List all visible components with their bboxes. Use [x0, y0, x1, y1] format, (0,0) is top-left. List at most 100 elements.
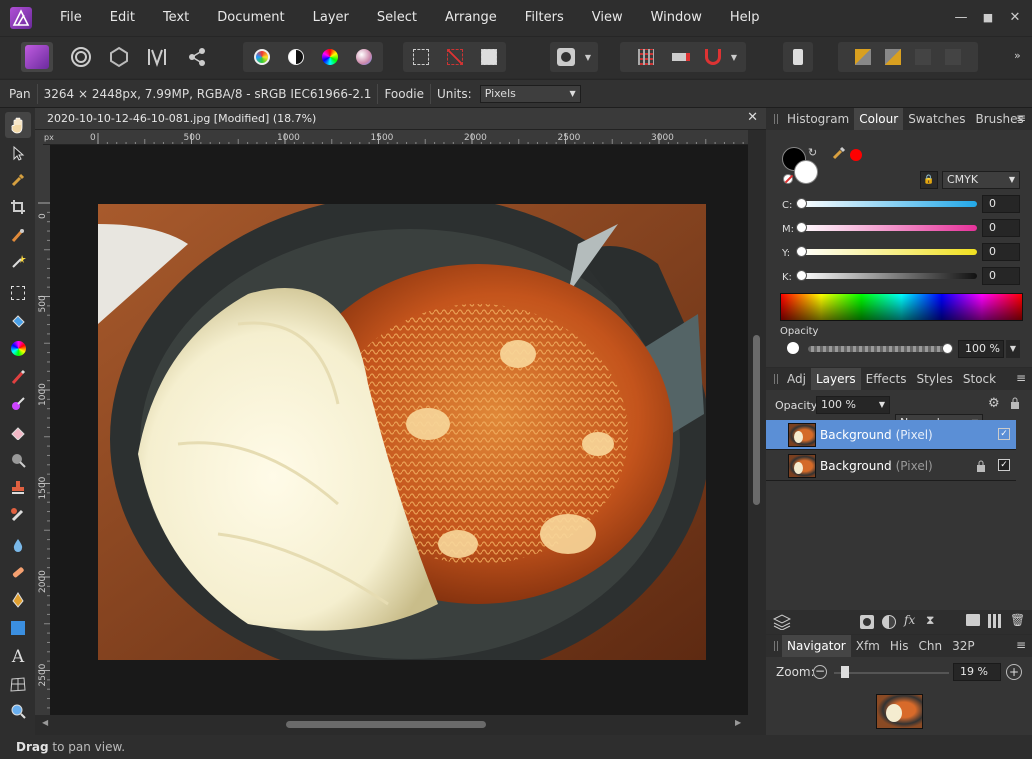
- dodge-brush-tool-icon[interactable]: [5, 447, 31, 473]
- panel-grip-icon[interactable]: [770, 368, 782, 390]
- erase-brush-tool-icon[interactable]: [5, 419, 31, 445]
- share-icon[interactable]: [181, 42, 213, 72]
- y-channel-knob[interactable]: [796, 246, 807, 257]
- swap-colours-icon[interactable]: ↻: [808, 146, 817, 159]
- menu-item-file[interactable]: File: [46, 0, 96, 36]
- ruler-origin[interactable]: [35, 130, 43, 145]
- menu-item-document[interactable]: Document: [203, 0, 298, 36]
- gradient-tool-icon[interactable]: [5, 335, 31, 361]
- layer-opacity-select[interactable]: 100 % ▼: [816, 396, 890, 414]
- document-tab[interactable]: 2020-10-10-12-46-10-081.jpg [Modified] (…: [35, 108, 766, 130]
- colour-replacement-tool-icon[interactable]: [5, 391, 31, 417]
- k-channel-knob[interactable]: [796, 270, 807, 281]
- blur-brush-tool-icon[interactable]: [5, 532, 31, 558]
- no-colour-icon[interactable]: [783, 174, 794, 184]
- tab-histogram[interactable]: Histogram: [782, 108, 854, 130]
- lock-colour-icon[interactable]: 🔒: [920, 171, 938, 189]
- chevron-down-icon[interactable]: ▼: [585, 53, 591, 62]
- invert-selection-icon[interactable]: [480, 49, 497, 65]
- panel-menu-icon[interactable]: ≡: [1016, 371, 1026, 385]
- menu-item-select[interactable]: Select: [363, 0, 431, 36]
- live-filter-icon[interactable]: ⧗: [926, 613, 934, 628]
- artistic-text-tool-icon[interactable]: A: [5, 644, 31, 670]
- tab-layers[interactable]: Layers: [810, 368, 861, 390]
- zoom-value[interactable]: 19 %: [953, 663, 1001, 681]
- m-channel-knob[interactable]: [796, 222, 807, 233]
- flood-select-tool-icon[interactable]: [5, 249, 31, 275]
- assistant-button[interactable]: [783, 42, 813, 72]
- tab-xfm[interactable]: Xfm: [851, 635, 885, 657]
- move-forward-icon[interactable]: [915, 49, 931, 65]
- maximize-button[interactable]: ■: [977, 8, 999, 28]
- colour-picker-icon[interactable]: [832, 146, 846, 163]
- lock-icon[interactable]: [1010, 397, 1020, 409]
- white-balance-icon[interactable]: [356, 49, 372, 65]
- vertical-scrollbar[interactable]: [748, 130, 766, 730]
- affinity-photo-logo-icon[interactable]: [10, 7, 32, 29]
- layers-stack-icon[interactable]: [772, 614, 792, 631]
- levels-icon[interactable]: [254, 49, 270, 65]
- horizontal-ruler[interactable]: 0 500 1000 1500 2000 2500 3000 px: [43, 130, 748, 145]
- zoom-tool-icon[interactable]: [5, 698, 31, 724]
- m-channel-value[interactable]: 0: [982, 219, 1020, 237]
- chevron-down-icon[interactable]: ▼: [731, 53, 737, 62]
- canvas-area[interactable]: [50, 145, 748, 715]
- mask-layer-icon[interactable]: [860, 615, 874, 629]
- layer-row[interactable]: Background (Pixel) ✓: [766, 420, 1016, 450]
- magnet-icon[interactable]: [704, 49, 721, 65]
- gear-icon[interactable]: ⚙: [988, 396, 1000, 411]
- clone-brush-tool-icon[interactable]: [5, 474, 31, 500]
- move-to-front-icon[interactable]: [945, 49, 961, 65]
- scroll-right-icon[interactable]: ▶: [735, 718, 741, 727]
- vertical-ruler[interactable]: 0 500 1000 1500 2000 2500: [35, 145, 50, 715]
- zoom-in-icon[interactable]: +: [1006, 664, 1022, 680]
- panel-grip-icon[interactable]: [770, 108, 782, 130]
- tab-navigator[interactable]: Navigator: [782, 635, 851, 657]
- snapping-grid-icon[interactable]: [637, 49, 654, 65]
- c-channel-value[interactable]: 0: [982, 195, 1020, 213]
- adjustment-layer-icon[interactable]: [882, 615, 896, 629]
- tab-chn[interactable]: Chn: [913, 635, 947, 657]
- y-channel-value[interactable]: 0: [982, 243, 1020, 261]
- panel-menu-icon[interactable]: ≡: [1016, 638, 1026, 652]
- tab-stock[interactable]: Stock: [958, 368, 1001, 390]
- menu-item-text[interactable]: Text: [149, 0, 203, 36]
- move-tool-icon[interactable]: [5, 140, 31, 166]
- close-document-icon[interactable]: ✕: [747, 110, 758, 125]
- layer-row[interactable]: Background (Pixel) ✓: [766, 451, 1016, 481]
- panel-menu-icon[interactable]: ≡: [1016, 111, 1026, 125]
- menu-item-edit[interactable]: Edit: [96, 0, 149, 36]
- close-window-button[interactable]: ✕: [1004, 8, 1026, 28]
- layer-visibility-checkbox[interactable]: ✓: [998, 459, 1010, 471]
- units-select[interactable]: Pixels ▼: [479, 84, 581, 103]
- preset-label[interactable]: Foodie: [384, 87, 424, 101]
- trash-icon[interactable]: 🗑: [1010, 613, 1025, 627]
- tab-colour[interactable]: Colour: [854, 108, 904, 130]
- colour-picker-tool-icon[interactable]: [5, 167, 31, 193]
- zoom-out-icon[interactable]: −: [813, 665, 827, 679]
- zoom-slider-knob[interactable]: [841, 666, 849, 678]
- crop-tool-icon[interactable]: [5, 194, 31, 220]
- view-tool-hand-icon[interactable]: [5, 112, 31, 138]
- selection-brush-tool-icon[interactable]: [5, 222, 31, 248]
- recent-colour-swatch[interactable]: [850, 149, 862, 161]
- menu-item-window[interactable]: Window: [637, 0, 716, 36]
- toolbar-overflow-icon[interactable]: »: [1014, 49, 1021, 62]
- tab-styles[interactable]: Styles: [911, 368, 957, 390]
- opacity-value[interactable]: 100 %: [958, 340, 1004, 358]
- colour-spectrum[interactable]: [780, 293, 1023, 321]
- hsl-icon[interactable]: [322, 49, 338, 65]
- navigator-thumbnail[interactable]: [876, 694, 923, 729]
- snap-to-edges-icon[interactable]: [671, 53, 690, 61]
- zoom-slider[interactable]: [834, 672, 949, 674]
- tab-adj[interactable]: Adj: [782, 368, 811, 390]
- menu-item-arrange[interactable]: Arrange: [431, 0, 511, 36]
- rectangular-marquee-tool-icon[interactable]: [5, 280, 31, 306]
- add-group-folder-icon[interactable]: [966, 614, 980, 626]
- c-channel-knob[interactable]: [796, 198, 807, 209]
- menu-item-view[interactable]: View: [578, 0, 637, 36]
- opacity-slider[interactable]: [808, 346, 948, 352]
- secondary-colour-swatch[interactable]: [794, 160, 818, 184]
- fx-icon[interactable]: fx: [904, 613, 915, 627]
- y-channel-slider[interactable]: [799, 249, 977, 255]
